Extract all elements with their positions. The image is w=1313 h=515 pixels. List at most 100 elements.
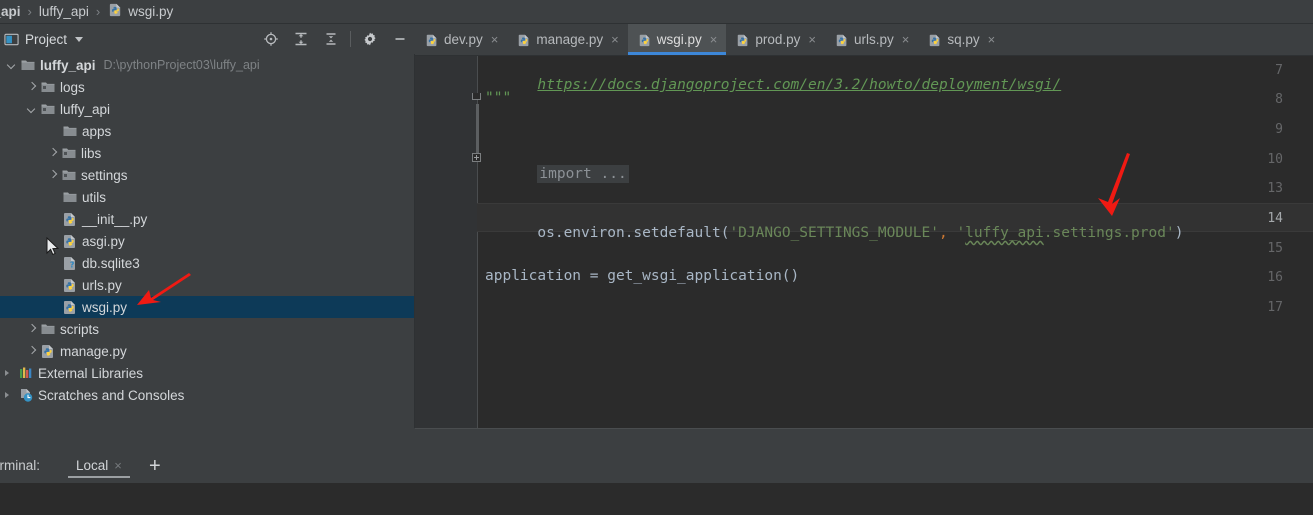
tree-row-libs[interactable]: libs [0,142,414,164]
line-number: 16 [1267,270,1283,285]
fold-expand-icon[interactable] [472,153,481,162]
tree-row-scratches-and-consoles[interactable]: Scratches and Consoles [0,384,414,406]
fold-region-end-icon[interactable] [472,93,481,100]
editor-bottom-divider [415,428,1313,429]
tab-sq-py[interactable]: sq.py × [918,24,1004,55]
tree-label: luffy_api [40,57,96,73]
tab-dev-py[interactable]: dev.py × [415,24,507,55]
close-icon[interactable]: × [808,32,816,47]
tree-row-urls-py[interactable]: urls.py [0,274,414,296]
python-file-icon [108,2,123,22]
python-file-icon [928,33,942,47]
folder-source-icon [40,101,56,117]
tree-row-init-py[interactable]: __init__.py [0,208,414,230]
code-quote: ' [1165,225,1175,241]
terminal-tab-local[interactable]: Local × [68,448,130,483]
tree-label: db.sqlite3 [82,255,140,271]
chevron-right-icon[interactable] [26,346,37,357]
chevron-right-icon[interactable] [2,390,13,401]
code-line-16: application = get_wsgi_application() [485,268,800,284]
tree-row-luffy-api-package[interactable]: luffy_api [0,98,414,120]
breadcrumb-item-project[interactable]: y_api [0,4,21,19]
line-number: 7 [1275,63,1283,78]
breadcrumb-separator: › [27,4,32,19]
close-icon[interactable]: × [710,32,718,47]
tree-row-wsgi-py[interactable]: wsgi.py [0,296,414,318]
tree-row-apps[interactable]: apps [0,120,414,142]
editor-gutter[interactable] [415,56,477,428]
minimize-icon[interactable] [385,24,415,54]
terminal-tab-label: Local [76,458,109,473]
chevron-down-icon[interactable] [75,36,84,42]
tab-label: prod.py [755,32,801,47]
tab-manage-py[interactable]: manage.py × [507,24,627,55]
folder-source-icon [40,79,56,95]
chevron-right-icon[interactable] [26,82,37,93]
terminal-tool-window-bar: erminal: Local × + [0,448,1313,483]
tab-urls-py[interactable]: urls.py × [825,24,918,55]
close-icon[interactable]: × [611,32,619,47]
tree-row-db-sqlite3[interactable]: ? db.sqlite3 [0,252,414,274]
tree-label: logs [60,79,85,95]
tree-row-asgi-py[interactable]: asgi.py [0,230,414,252]
terminal-label: erminal: [0,458,41,473]
settings-module-value-module: luffy_api [965,225,1044,241]
folder-source-icon [61,167,77,183]
tree-row-manage-py[interactable]: manage.py [0,340,414,362]
python-file-icon [425,33,439,47]
breadcrumb-item-package[interactable]: luffy_api [39,4,89,19]
tree-label: Scratches and Consoles [38,387,185,403]
close-icon[interactable]: × [491,32,499,47]
tree-row-logs[interactable]: logs [0,76,414,98]
tree-label: settings [81,167,128,183]
tree-row-scripts[interactable]: scripts [0,318,414,340]
add-terminal-button[interactable]: + [144,456,166,476]
unknown-file-icon: ? [62,255,78,271]
code-line-14: os.environ.setdefault('DJANGO_SETTINGS_M… [485,209,1183,257]
tree-row-luffy-api-root[interactable]: luffy_api D:\pythonProject03\luffy_api [0,54,414,76]
line-number: 13 [1267,181,1283,196]
line-number: 8 [1275,92,1283,107]
tree-row-utils[interactable]: utils [0,186,414,208]
close-icon[interactable]: × [902,32,910,47]
libraries-icon [18,365,34,381]
chevron-right-icon[interactable] [47,148,58,159]
code-editor[interactable]: 7 8 9 10 13 14 15 16 17 https://docs.dja… [415,56,1313,428]
chevron-right-icon[interactable] [2,368,13,379]
close-icon[interactable]: × [988,32,996,47]
tree-label: apps [82,123,112,139]
collapse-all-icon[interactable] [316,24,346,54]
breadcrumb-item-file[interactable]: wsgi.py [128,4,173,19]
locate-icon[interactable] [256,24,286,54]
tree-row-external-libraries[interactable]: External Libraries [0,362,414,384]
chevron-down-icon[interactable] [6,60,17,71]
terminal-content-area[interactable] [0,483,1313,515]
tab-label: sq.py [947,32,980,47]
tree-label: __init__.py [82,211,148,227]
python-file-icon [62,277,78,293]
breadcrumb: y_api › luffy_api › wsgi.py [0,0,1313,24]
folder-icon [40,321,56,337]
tab-wsgi-py[interactable]: wsgi.py × [627,24,727,55]
tree-label: wsgi.py [82,299,128,315]
tree-label: urls.py [82,277,122,293]
settings-module-value-rest: .settings.prod [1043,225,1166,241]
code-quote: ' [956,225,966,241]
docstring-url[interactable]: https://docs.djangoproject.com/en/3.2/ho… [537,77,1061,93]
collapsed-import-fold[interactable]: import ... [537,165,629,183]
tab-label: urls.py [854,32,894,47]
tree-row-settings[interactable]: settings [0,164,414,186]
pycharm-window: y_api › luffy_api › wsgi.py Project [0,0,1313,515]
project-tree[interactable]: luffy_api D:\pythonProject03\luffy_api l… [0,54,414,448]
settings-gear-icon[interactable] [355,24,385,54]
folder-icon [62,189,78,205]
close-icon[interactable]: × [114,458,122,473]
chevron-right-icon[interactable] [47,170,58,181]
chevron-right-icon[interactable] [26,324,37,335]
folder-module-icon [20,57,36,73]
toolbar-divider [350,31,351,47]
chevron-down-icon[interactable] [26,104,37,115]
expand-all-icon[interactable] [286,24,316,54]
settings-module-string: 'DJANGO_SETTINGS_MODULE' [729,225,939,241]
tab-prod-py[interactable]: prod.py × [726,24,825,55]
